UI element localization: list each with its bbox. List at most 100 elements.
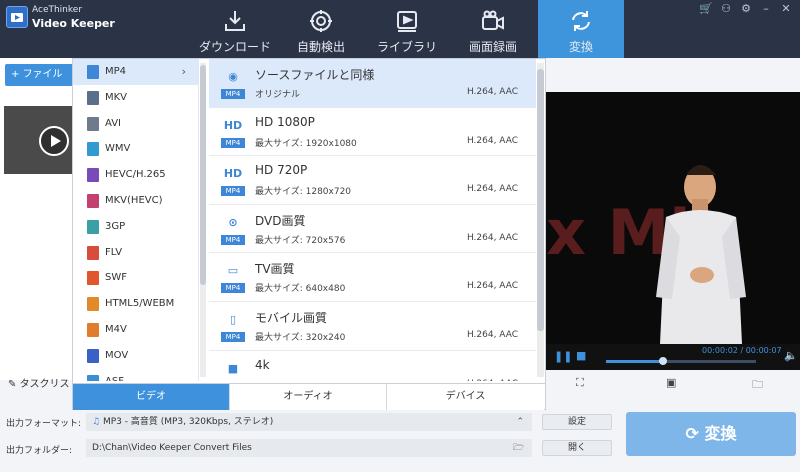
timecode: 00:00:02 / 00:00:07 <box>702 346 782 355</box>
preset-glyph: ■ <box>227 361 239 375</box>
format-item[interactable]: MP4 › <box>73 59 198 85</box>
format-list-scrollbar[interactable] <box>200 63 206 377</box>
preset-glyph: ▭ <box>227 264 239 278</box>
format-item[interactable]: HEVC/H.265 <box>73 162 198 188</box>
pause-icon[interactable]: ❚❚ <box>554 350 572 363</box>
tab-audio[interactable]: オーディオ <box>230 384 387 411</box>
open-folder-button[interactable]: 開く <box>542 440 612 456</box>
format-item[interactable]: ASF <box>73 369 198 381</box>
format-item[interactable]: HTML5/WEBM <box>73 291 198 317</box>
format-file-icon <box>87 193 99 208</box>
preset-item[interactable]: ▭ MP4 TV画質 最大サイズ: 640x480 H.264, AAC <box>209 253 536 302</box>
preset-resolution: 最大サイズ: 640x480 <box>255 284 346 295</box>
preset-name: 4k <box>255 357 270 372</box>
format-item-label: MKV(HEVC) <box>105 194 163 206</box>
nav-download[interactable]: ダウンロード <box>192 0 278 58</box>
detect-icon <box>310 10 332 32</box>
format-category-list: MP4 › MKV AVI WMV HEVC/H.265 MKV(HEVC) 3GP FLV SW… <box>73 59 199 381</box>
speaker-figure <box>656 165 746 344</box>
format-item-label: MOV <box>105 349 129 361</box>
browse-folder-icon[interactable]: 🗁 <box>513 439 524 457</box>
preset-list: ◉ MP4 ソースファイルと同様 オリジナル H.264, AAC HD MP4 HD 108… <box>209 59 536 381</box>
user-icon[interactable]: ⚇ <box>716 2 736 15</box>
folder-icon[interactable]: 🗀 <box>752 376 763 395</box>
cart-icon[interactable]: 🛒 <box>696 2 716 15</box>
nav-library[interactable]: ライブラリ <box>364 0 450 58</box>
format-item[interactable]: MKV <box>73 85 198 111</box>
add-file-button[interactable]: + ファイル <box>5 64 75 86</box>
product-name: Video Keeper <box>32 17 115 30</box>
screen-record-icon <box>482 10 504 30</box>
video-thumbnail[interactable] <box>4 106 74 174</box>
preset-badge: MP4 <box>221 137 245 148</box>
settings-button[interactable]: 設定 <box>542 414 612 430</box>
preset-item[interactable]: HD MP4 HD 1080P 最大サイズ: 1920x1080 H.264, AAC <box>209 108 536 157</box>
preset-item[interactable]: ◉ MP4 ソースファイルと同様 オリジナル H.264, AAC <box>209 59 536 108</box>
preset-name: ソースファイルと同様 <box>255 68 375 82</box>
output-folder-field[interactable]: D:\Chan\Video Keeper Convert Files 🗁 <box>86 439 532 457</box>
preset-codec: H.264, AAC <box>466 87 518 97</box>
task-list-toggle[interactable]: ✎ タスクリス <box>8 375 72 390</box>
preset-name: DVD画質 <box>255 213 306 228</box>
volume-icon[interactable]: 🔈 <box>784 349 798 362</box>
scroll-thumb[interactable] <box>537 69 544 331</box>
format-file-icon <box>87 168 99 183</box>
format-file-icon <box>87 348 99 363</box>
scroll-thumb[interactable] <box>200 65 206 285</box>
format-item-label: MKV <box>105 91 128 103</box>
video-preview: x Mic <box>546 92 800 344</box>
format-item[interactable]: MKV(HEVC) <box>73 188 198 214</box>
preset-name: HD 720P <box>255 163 308 178</box>
play-icon[interactable] <box>39 126 69 156</box>
nav-screen-record[interactable]: 画面録画 <box>450 0 536 58</box>
title-bar: AceThinker Video Keeper ダウンロード 自動検出 ライブラ… <box>0 0 800 58</box>
preset-icon: ▯ MP4 <box>221 310 245 342</box>
tab-device[interactable]: デバイス <box>387 384 544 411</box>
preset-item[interactable]: ■ 4k 最大サイズ: 4096x2160 H.264, AAC <box>209 351 536 381</box>
preset-item[interactable]: ⊙ MP4 DVD画質 最大サイズ: 720x576 H.264, AAC <box>209 205 536 254</box>
preset-codec: H.264, AAC <box>466 232 518 243</box>
format-item[interactable]: MOV <box>73 343 198 369</box>
chevron-up-icon: ⌃ <box>516 417 524 427</box>
format-item[interactable]: SWF <box>73 265 198 291</box>
nav-convert[interactable]: 変換 <box>538 0 624 58</box>
format-item[interactable]: FLV <box>73 240 198 266</box>
format-item[interactable]: AVI <box>73 111 198 137</box>
seek-bar[interactable] <box>606 357 756 365</box>
close-icon[interactable]: ✕ <box>776 2 796 15</box>
crop-icon[interactable]: ⛶ <box>576 376 584 390</box>
stop-icon[interactable]: ■ <box>576 349 586 362</box>
preset-list-scrollbar[interactable] <box>537 63 544 377</box>
format-item[interactable]: M4V <box>73 317 198 343</box>
format-file-icon <box>87 245 99 260</box>
brand-name: AceThinker <box>32 5 83 15</box>
format-item-label: 3GP <box>105 220 126 232</box>
format-file-icon <box>87 65 99 79</box>
preset-glyph: HD <box>223 167 243 181</box>
output-format-label: 出力フォーマット: <box>6 419 82 429</box>
format-item-label: HTML5/WEBM <box>105 298 175 310</box>
format-item[interactable]: WMV <box>73 136 198 162</box>
output-format-select[interactable]: ♫ MP3 - 高音質 (MP3, 320Kbps, ステレオ) ⌃ <box>86 413 532 431</box>
preset-item[interactable]: ▯ MP4 モバイル画質 最大サイズ: 320x240 H.264, AAC <box>209 302 536 351</box>
window-controls: 🛒 ⚇ ⚙ – ✕ <box>696 2 796 16</box>
seek-handle[interactable] <box>659 357 667 365</box>
preset-badge: MP4 <box>221 234 245 245</box>
format-item-label: ASF <box>105 376 124 381</box>
preset-codec: H.264, AAC <box>466 184 518 195</box>
format-item-label: SWF <box>105 272 127 284</box>
format-item[interactable]: 3GP <box>73 214 198 240</box>
convert-button[interactable]: ⟳ 変換 <box>626 412 796 456</box>
settings-icon[interactable]: ⚙ <box>736 2 756 15</box>
nav-auto-detect[interactable]: 自動検出 <box>278 0 364 58</box>
minimize-icon[interactable]: – <box>756 2 776 15</box>
snapshot-icon[interactable]: ▣ <box>666 376 676 389</box>
preset-codec: H.264, AAC <box>466 135 518 146</box>
preset-item[interactable]: HD MP4 HD 720P 最大サイズ: 1280x720 H.264, AAC <box>209 156 536 205</box>
tab-video[interactable]: ビデオ <box>73 384 230 411</box>
format-tabs: ビデオ オーディオ デバイス <box>73 383 545 411</box>
output-folder-label: 出力フォルダー: <box>6 446 73 456</box>
library-icon <box>397 11 417 32</box>
preset-resolution: 最大サイズ: 1920x1080 <box>255 138 357 149</box>
format-file-icon <box>87 116 99 131</box>
